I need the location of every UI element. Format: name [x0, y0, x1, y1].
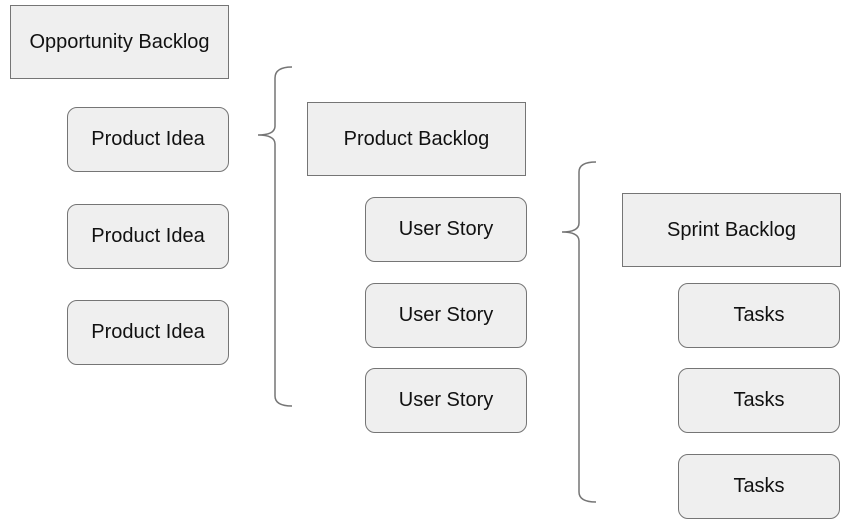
sprint-backlog-label: Sprint Backlog: [667, 218, 796, 241]
opportunity-backlog-box[interactable]: Opportunity Backlog: [10, 5, 229, 79]
task-box[interactable]: Tasks: [678, 368, 840, 433]
product-idea-box[interactable]: Product Idea: [67, 300, 229, 365]
sprint-backlog-box[interactable]: Sprint Backlog: [622, 193, 841, 267]
user-story-label: User Story: [398, 304, 494, 326]
product-backlog-box[interactable]: Product Backlog: [307, 102, 526, 176]
brace-product-backlog: [257, 66, 293, 407]
task-label: Tasks: [733, 475, 785, 497]
task-label: Tasks: [733, 389, 785, 411]
task-label: Tasks: [733, 304, 785, 326]
product-idea-label: Product Idea: [91, 321, 205, 343]
product-idea-label: Product Idea: [91, 128, 205, 150]
product-idea-label: Product Idea: [91, 225, 205, 247]
task-box[interactable]: Tasks: [678, 454, 840, 519]
product-idea-box[interactable]: Product Idea: [67, 204, 229, 269]
task-box[interactable]: Tasks: [678, 283, 840, 348]
user-story-box[interactable]: User Story: [365, 368, 527, 433]
brace-sprint-backlog: [561, 161, 597, 503]
product-backlog-label: Product Backlog: [343, 127, 490, 150]
opportunity-backlog-label: Opportunity Backlog: [29, 30, 210, 53]
user-story-box[interactable]: User Story: [365, 283, 527, 348]
user-story-label: User Story: [398, 389, 494, 411]
user-story-box[interactable]: User Story: [365, 197, 527, 262]
user-story-label: User Story: [398, 218, 494, 240]
product-idea-box[interactable]: Product Idea: [67, 107, 229, 172]
